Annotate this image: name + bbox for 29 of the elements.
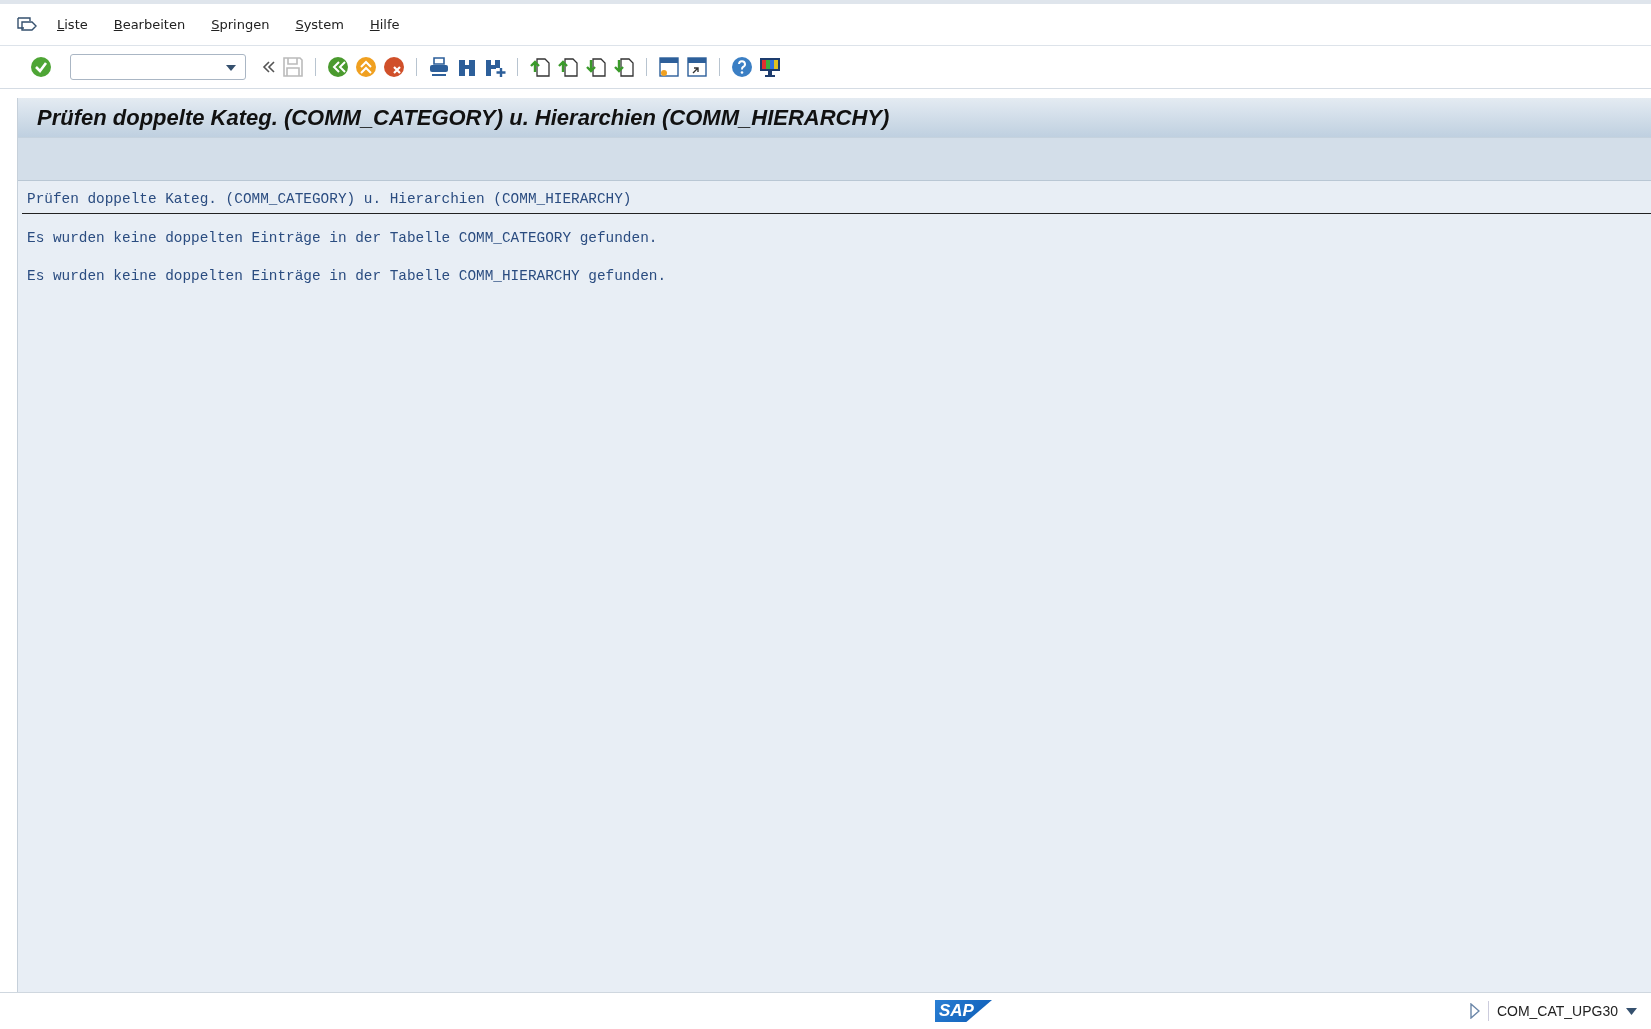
dropdown-caret-icon[interactable] bbox=[225, 64, 237, 72]
next-page-icon[interactable] bbox=[585, 56, 607, 78]
new-window-icon[interactable] bbox=[658, 56, 680, 78]
back-icon[interactable] bbox=[327, 56, 349, 78]
first-page-icon[interactable] bbox=[529, 56, 551, 78]
caret-icon[interactable] bbox=[1626, 1007, 1637, 1015]
cancel-icon[interactable] bbox=[383, 56, 405, 78]
help-icon[interactable] bbox=[731, 56, 753, 78]
expand-icon[interactable] bbox=[1469, 1003, 1480, 1019]
menu-item[interactable]: Hilfe bbox=[369, 17, 400, 32]
command-field[interactable] bbox=[70, 54, 246, 80]
monitor-icon[interactable] bbox=[759, 56, 781, 78]
print-icon[interactable] bbox=[428, 56, 450, 78]
double-chevron-icon[interactable] bbox=[262, 60, 276, 74]
shortcut-window-icon[interactable] bbox=[686, 56, 708, 78]
menu-icon[interactable] bbox=[17, 16, 37, 33]
last-page-icon[interactable] bbox=[613, 56, 635, 78]
menu-item[interactable]: Bearbeiten bbox=[113, 17, 186, 32]
transaction-code: COM_CAT_UPG30 bbox=[1496, 1003, 1618, 1019]
previous-page-icon[interactable] bbox=[557, 56, 579, 78]
list-header: Prüfen doppelte Kateg. (COMM_CATEGORY) u. Hierarchien (COMM_HIERARCHY) bbox=[22, 191, 1651, 214]
screen-title: Prüfen doppelte Kateg. (COMM_CATEGORY) u. Hierarchien (COMM_HIERARCHY) bbox=[37, 104, 890, 131]
check-icon[interactable] bbox=[30, 56, 52, 78]
menu-item[interactable]: System bbox=[295, 17, 344, 32]
logo: SAP bbox=[935, 1000, 992, 1022]
menu-item[interactable]: Springen bbox=[211, 17, 270, 32]
list-line: Es wurden keine doppelten Einträge in der Tabelle COMM_HIERARCHY gefunden. bbox=[26, 267, 668, 286]
list-line: Es wurden keine doppelten Einträge in der Tabelle COMM_CATEGORY gefunden. bbox=[26, 229, 659, 248]
menu-item[interactable]: Liste bbox=[57, 17, 88, 32]
